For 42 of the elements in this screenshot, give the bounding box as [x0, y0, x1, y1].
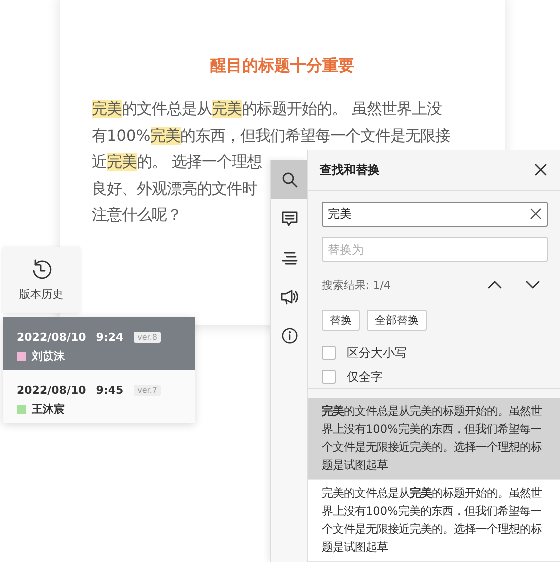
- version-date: 2022/08/10: [17, 384, 86, 397]
- search-icon: [282, 172, 298, 188]
- search-tool-button[interactable]: [271, 160, 308, 199]
- version-date: 2022/08/10: [17, 331, 86, 344]
- checkbox[interactable]: [322, 346, 336, 360]
- replace-field[interactable]: 替换为: [322, 237, 548, 262]
- megaphone-icon: [280, 288, 298, 304]
- replace-all-button[interactable]: 全部替换: [367, 310, 427, 331]
- version-history-button[interactable]: 版本历史: [3, 247, 80, 313]
- paragraph-line: 完美的文件总是从完美的标题开始的。 虽然世界上没: [92, 99, 442, 120]
- info-icon: [282, 328, 298, 344]
- comment-icon: [282, 210, 298, 226]
- clear-button[interactable]: [528, 208, 544, 220]
- paragraph-line: 良好、外观漂亮的文件时: [92, 178, 257, 200]
- outline-icon: [282, 250, 298, 264]
- version-item[interactable]: 2022/08/10 9:24 ver.8 刘苡沫: [3, 317, 195, 370]
- history-icon: [30, 258, 52, 280]
- paragraph-line: 有100%完美的东西，但我们希望每一个文件是无限接: [92, 126, 451, 146]
- document-title: 醒目的标题十分重要: [210, 55, 356, 77]
- paragraph-line: 注意什么呢？: [92, 205, 182, 226]
- replace-button[interactable]: 替换: [322, 310, 360, 331]
- close-icon: [535, 164, 547, 176]
- author-name: 王沐宸: [32, 402, 65, 417]
- close-button[interactable]: [533, 162, 549, 178]
- search-field[interactable]: 完美: [322, 202, 548, 227]
- search-result[interactable]: 完美的文件总是从完美的标题开始的。虽然世界上没有100%完美的东西，但我们希望每一个文件是无限接近完美的。选择一个理想的标题是试图起草: [308, 480, 560, 562]
- panel-title: 查找和替换: [320, 162, 380, 178]
- version-time: 9:24: [96, 331, 124, 344]
- author-name: 刘苡沫: [32, 349, 65, 364]
- version-tag: ver.7: [134, 385, 162, 396]
- paragraph-line: 近完美的。 选择一个理想: [92, 152, 262, 173]
- chevron-down-icon: [526, 281, 540, 289]
- version-tag: ver.8: [134, 332, 162, 343]
- result-count: 搜索结果: 1/4: [322, 278, 392, 292]
- option-label: 区分大小写: [347, 344, 407, 362]
- version-item[interactable]: 2022/08/10 9:45 ver.7 王沐宸: [3, 370, 195, 423]
- version-time: 9:45: [96, 384, 124, 397]
- search-result[interactable]: 完美的文件总是从完美的标题开始的。虽然世界上没有100%完美的东西，但我们希望每一个文件是无限接近完美的。选择一个理想的标题是试图起草: [308, 398, 560, 480]
- checkbox[interactable]: [322, 370, 336, 384]
- chevron-up-icon: [488, 281, 502, 289]
- option-label: 仅全字: [347, 368, 383, 386]
- clear-icon: [530, 208, 542, 220]
